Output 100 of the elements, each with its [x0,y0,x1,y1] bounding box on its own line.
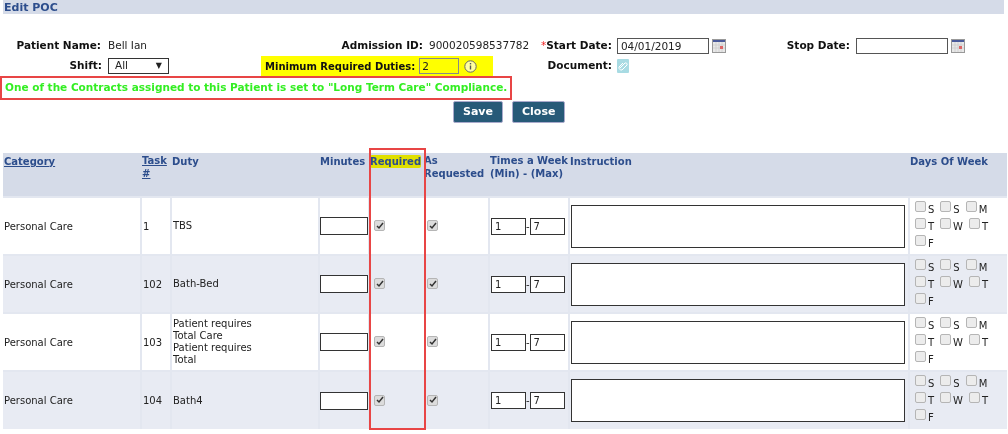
form-button[interactable]: Save [453,101,503,123]
min-duties-field[interactable]: 2 [419,58,460,74]
column-header: Instruction [570,155,632,168]
checkbox[interactable] [915,235,926,246]
day-label: S [928,377,935,390]
instruction-field[interactable] [571,262,905,306]
checkbox[interactable] [940,201,952,212]
min-field[interactable]: 1 [491,275,526,293]
checkbox[interactable] [427,394,438,406]
day-label: T [982,394,989,407]
column-link[interactable]: Category [4,155,56,168]
admission-id: 900020598537782 [429,38,531,54]
day-label: S [953,377,960,390]
checkbox[interactable] [969,334,980,345]
checkbox[interactable] [940,259,952,270]
minutes-field[interactable] [320,275,368,293]
day-label: S [928,203,935,216]
required-mark: * [541,38,547,54]
checkbox[interactable] [915,351,926,362]
checkbox[interactable] [915,317,926,328]
field-label: Patient Name: [15,38,101,54]
max-field[interactable]: 7 [529,275,565,293]
duty-cell: Bath-Bed [171,255,319,313]
day-label: W [953,394,963,407]
checkbox[interactable] [940,276,952,287]
checkbox[interactable] [965,317,977,328]
min-field[interactable]: 1 [491,217,526,235]
day-label: T [928,220,935,233]
checkbox[interactable] [965,375,977,386]
task-number: 102 [141,255,171,313]
min-field[interactable]: 1 [491,392,526,409]
instruction-field[interactable] [571,320,905,364]
range-dash: - [526,394,530,408]
task-number: 104 [141,371,171,429]
column-header: Times a Week (Min) - (Max) [490,154,568,180]
checkbox[interactable] [940,218,952,229]
checkbox[interactable] [915,201,926,212]
instruction-field[interactable] [571,379,905,422]
checkbox[interactable] [969,392,980,403]
checkbox[interactable] [940,392,952,403]
max-field[interactable]: 7 [529,333,565,351]
paperclip-icon[interactable] [617,59,629,73]
day-label: S [928,319,935,332]
range-dash: - [526,277,530,292]
day-label: F [928,295,934,308]
stop-date-field[interactable] [855,38,948,54]
checkbox[interactable] [969,276,980,287]
checkbox[interactable] [915,218,926,229]
checkbox[interactable] [965,201,977,212]
field-label: Start Date: [546,38,612,54]
checkbox[interactable] [427,278,438,289]
patient-name: Bell Ian [108,38,149,54]
field-label: Admission ID: [340,38,423,54]
checkbox[interactable] [915,392,926,403]
checkbox[interactable] [969,218,980,229]
checkbox[interactable] [427,220,438,231]
calendar-icon[interactable] [950,39,965,53]
checkbox[interactable] [915,375,926,386]
category-cell: Personal Care [3,255,141,313]
checkbox[interactable] [915,276,926,287]
checkbox[interactable] [965,259,977,270]
shift-select[interactable]: All ▼ [108,58,169,74]
day-label: W [953,336,963,349]
form-button[interactable]: Close [512,101,566,123]
checkbox[interactable] [374,336,385,347]
checkbox[interactable] [940,375,952,386]
compliance-message: One of the Contracts assigned to this Patient is set to "Long Term Care" Compliance. [5,80,508,96]
minutes-field[interactable] [320,391,368,410]
field-label: Stop Date: [785,38,850,54]
day-label: T [982,278,989,291]
min-field[interactable]: 1 [491,333,526,351]
checkbox[interactable] [915,293,926,304]
max-field[interactable]: 7 [529,392,565,409]
start-date-field[interactable]: 04/01/2019 [616,38,709,54]
day-label: F [928,353,934,366]
minutes-field[interactable] [320,217,368,235]
checkbox[interactable] [915,409,926,420]
calendar-icon[interactable] [711,39,726,53]
info-icon[interactable] [464,59,478,73]
field-label: Minimum Required Duties: [265,59,416,74]
checkbox[interactable] [427,336,438,347]
category-cell: Personal Care [3,197,141,255]
checkbox[interactable] [940,334,952,345]
max-field[interactable]: 7 [529,217,565,235]
checkbox[interactable] [915,259,926,270]
field-label: Document: [546,58,612,74]
duty-cell: Patient requires Total Care Patient requires Total [171,313,319,371]
checkbox[interactable] [374,220,385,231]
column-link[interactable]: Task # [142,154,170,180]
checkbox[interactable] [374,278,385,289]
day-label: W [953,278,963,291]
checkbox[interactable] [374,394,385,406]
minutes-field[interactable] [320,333,368,351]
checkbox[interactable] [940,317,952,328]
task-number: 1 [141,197,171,255]
window-title: Edit POC [4,1,58,13]
day-label: S [953,261,960,274]
instruction-field[interactable] [571,204,905,248]
day-label: S [953,203,960,216]
checkbox[interactable] [915,334,926,345]
